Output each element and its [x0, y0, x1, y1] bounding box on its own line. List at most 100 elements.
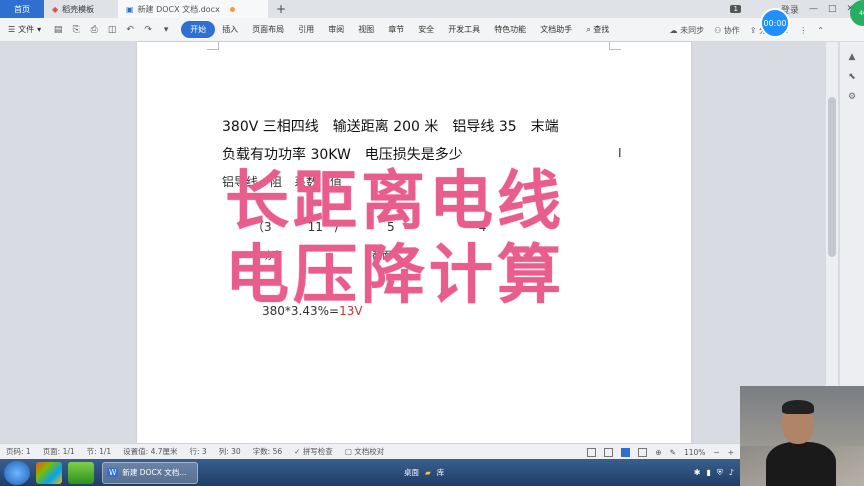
scrollbar-thumb[interactable] — [828, 97, 836, 257]
ribbon-right-actions: ☁ 未同步 ⚇ 协作 ⇪ 分享 ? ⋮ ⌃ — [670, 18, 824, 42]
save-icon[interactable]: ▤ — [53, 25, 63, 35]
tab-document[interactable]: ▣ 新建 DOCX 文档.docx — [118, 0, 268, 18]
zoom-in-button[interactable]: + — [728, 448, 734, 457]
collapse-icon[interactable]: ⌃ — [817, 26, 824, 35]
tab-template-label: 稻壳模板 — [62, 4, 95, 14]
sync-label: 未同步 — [680, 25, 705, 35]
app-launcher-icon[interactable] — [36, 461, 62, 484]
minimize-icon[interactable]: — — [809, 4, 818, 14]
document-icon: ▣ — [126, 4, 134, 14]
ribbon-tab-layout[interactable]: 页面布局 — [245, 21, 291, 38]
ribbon-tab-features[interactable]: 特色功能 — [487, 21, 533, 38]
spellcheck-label: 拼写检查 — [302, 447, 333, 456]
status-bar: 页码: 1 页面: 1/1 节: 1/1 设置值: 4.7厘米 行: 3 列: … — [0, 443, 864, 459]
fullscreen-icon[interactable] — [587, 447, 597, 457]
ribbon-tab-start[interactable]: 开始 — [181, 21, 216, 38]
more-icon[interactable]: ⋮ — [799, 26, 807, 35]
ribbon-tab-insert[interactable]: 插入 — [215, 21, 245, 38]
status-wordcount[interactable]: 字数: 56 — [247, 446, 288, 457]
taskbar-task-label: 新建 DOCX 文档... — [122, 468, 187, 477]
library-toolbar[interactable]: 库 — [437, 467, 445, 478]
ribbon-tab-view[interactable]: 视图 — [351, 21, 381, 38]
proofread-button[interactable]: ▢ 文档校对 — [339, 446, 390, 457]
spellcheck-icon: ✓ — [294, 447, 301, 456]
desktop-toolbar[interactable]: 桌面 — [404, 467, 419, 478]
undo-icon[interactable]: ↶ — [125, 25, 135, 35]
tab-bar: 首页 ◆ 稻壳模板 ▣ 新建 DOCX 文档.docx + 1 登录 — □ ✕ — [0, 0, 864, 18]
outline-view-icon[interactable] — [638, 447, 648, 457]
collab-button[interactable]: ⚇ 协作 — [714, 25, 740, 36]
navigate-icon[interactable]: ▲ — [849, 52, 856, 62]
folder-icon: ▰ — [425, 468, 431, 477]
pen-icon[interactable]: ✎ — [670, 448, 676, 457]
status-section: 节: 1/1 — [86, 447, 112, 456]
file-menu[interactable]: ☰ 文件 ▾ — [0, 24, 49, 35]
proofread-icon: ▢ — [344, 447, 352, 456]
network-icon[interactable]: ▮ — [706, 468, 710, 477]
window-controls: 1 登录 — □ ✕ — [730, 0, 864, 18]
wps-icon: W — [107, 468, 119, 477]
text-cursor-icon: I — [618, 146, 622, 160]
volume-icon[interactable]: ♪ — [729, 468, 734, 477]
chevron-down-icon: ▾ — [37, 25, 42, 34]
print-icon[interactable]: ⎙ — [89, 25, 99, 35]
reading-view-icon[interactable] — [604, 447, 614, 457]
tab-document-label: 新建 DOCX 文档.docx — [137, 4, 220, 14]
export-icon[interactable]: ⎘ — [71, 25, 81, 35]
page-view-icon[interactable] — [621, 447, 631, 457]
zoom-out-button[interactable]: − — [713, 448, 719, 457]
document-workspace: 380V 三相四线 输送距离 200 米 铝导线 35 末端 负载有功功率 30… — [0, 42, 864, 443]
taskbar-wps-document[interactable]: W 新建 DOCX 文档... — [102, 461, 198, 484]
status-page: 页面: 1/1 — [42, 447, 75, 456]
doc-line-1: 380V 三相四线 输送距离 200 米 铝导线 35 末端 — [222, 119, 559, 135]
taskbar-toolbar: 桌面 ▰ 库 — [404, 459, 444, 486]
ribbon-tabs: 开始 插入 页面布局 引用 审阅 视图 章节 安全 开发工具 特色功能 文档助手… — [181, 21, 616, 38]
unsaved-dot-icon — [229, 6, 235, 12]
zoom-level[interactable]: 110% — [684, 448, 705, 457]
overlay-title-line-2: 电压降计算 — [225, 239, 565, 313]
maximize-icon[interactable]: □ — [828, 4, 837, 14]
security-icon[interactable]: ⛨ — [717, 468, 723, 478]
file-menu-label: 文件 — [18, 25, 35, 34]
preview-icon[interactable]: ◫ — [107, 25, 117, 35]
status-setting: 设置值: 4.7厘米 — [123, 447, 178, 456]
vertical-scrollbar[interactable] — [826, 42, 838, 443]
tab-home[interactable]: 首页 — [0, 0, 44, 18]
doc-line-2: 负载有功功率 30KW 电压损失是多少 — [222, 147, 463, 163]
chevron-down-icon[interactable]: ▾ — [161, 25, 171, 35]
spellcheck-button[interactable]: ✓ 拼写检查 — [288, 446, 339, 457]
start-button[interactable] — [4, 460, 30, 485]
hamburger-icon: ☰ — [8, 25, 16, 34]
recording-timer[interactable]: 00:00 — [760, 8, 790, 38]
page-corner-mark — [609, 42, 621, 50]
share-icon: ⇪ — [749, 25, 757, 35]
bluetooth-icon[interactable]: ✱ — [694, 468, 701, 477]
status-page-number: 页码: 1 — [6, 447, 31, 456]
template-icon: ◆ — [52, 4, 59, 14]
media-player-icon[interactable] — [68, 461, 94, 484]
ribbon-tab-review[interactable]: 审阅 — [321, 21, 351, 38]
webcam-person-body — [766, 442, 836, 486]
ribbon-tab-chapter[interactable]: 章节 — [381, 21, 411, 38]
view-controls: ⊕ ✎ 110% − + — [587, 444, 734, 460]
status-row: 行: 3 — [189, 447, 207, 456]
cloud-icon: ☁ — [669, 25, 678, 35]
collab-icon: ⚇ — [714, 25, 722, 35]
ribbon-tab-reference[interactable]: 引用 — [291, 21, 321, 38]
sync-button[interactable]: ☁ 未同步 — [670, 25, 705, 36]
notification-badge[interactable]: 1 — [730, 5, 741, 13]
status-col: 列: 30 — [218, 447, 241, 456]
redo-icon[interactable]: ↷ — [143, 25, 153, 35]
search-button[interactable]: ⌕ 查找 — [579, 21, 616, 38]
ribbon-tab-devtools[interactable]: 开发工具 — [441, 21, 487, 38]
new-tab-button[interactable]: + — [276, 2, 286, 16]
overlay-title-line-1: 长距离电线 — [225, 165, 565, 239]
web-view-icon[interactable]: ⊕ — [655, 448, 661, 457]
select-icon[interactable]: ⬉ — [848, 72, 856, 82]
ribbon-tab-security[interactable]: 安全 — [411, 21, 441, 38]
windows-taskbar: W 新建 DOCX 文档... 桌面 ▰ 库 ✱ ▮ ⛨ ♪ — [0, 459, 864, 486]
system-tray: ✱ ▮ ⛨ ♪ — [694, 459, 734, 486]
settings-icon[interactable]: ⚙ — [848, 92, 856, 102]
ribbon-tab-assistant[interactable]: 文档助手 — [533, 21, 579, 38]
tab-template[interactable]: ◆ 稻壳模板 — [44, 0, 118, 18]
